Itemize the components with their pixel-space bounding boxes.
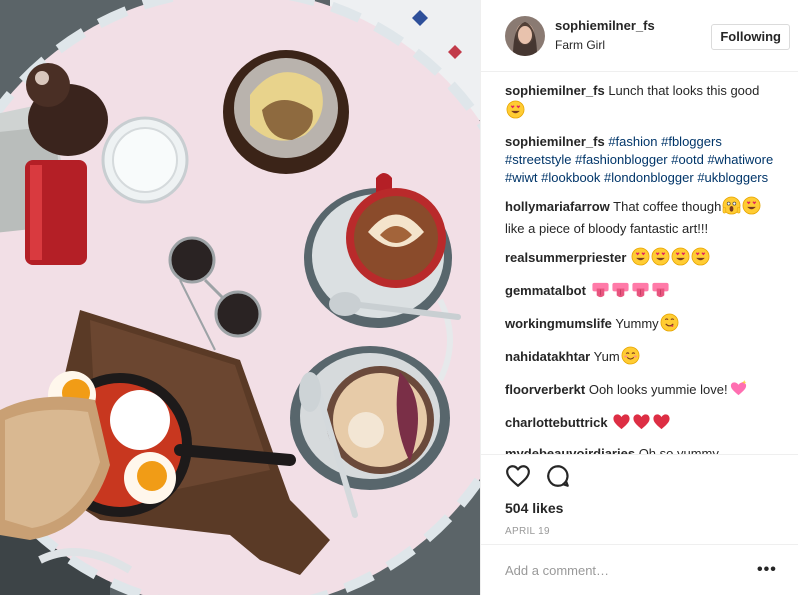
comment-author[interactable]: mydebeauvoirdiaries xyxy=(505,446,635,454)
comment-item: gemmatalbot xyxy=(505,280,779,304)
comment-text: Yum xyxy=(593,349,620,364)
comment-text: That coffee though xyxy=(613,199,722,214)
post-location[interactable]: Farm Girl xyxy=(555,36,655,54)
heart-outline-icon[interactable] xyxy=(505,463,531,489)
hashtag-link[interactable]: #wiwt xyxy=(505,170,538,185)
red-heart-icon xyxy=(612,412,631,436)
comment-text: like a piece of bloody fantastic art!!! xyxy=(505,221,709,236)
comment-author[interactable]: nahidatakhtar xyxy=(505,349,590,364)
instagram-post: sophiemilner_fs Farm Girl Following soph… xyxy=(0,0,798,595)
author-info: sophiemilner_fs Farm Girl xyxy=(555,17,655,54)
more-options-button[interactable]: ••• xyxy=(757,561,776,579)
red-heart-icon xyxy=(652,412,671,436)
scream-icon xyxy=(722,196,741,220)
comment-author[interactable]: workingmumslife xyxy=(505,316,612,331)
author-username[interactable]: sophiemilner_fs xyxy=(555,17,655,34)
avatar[interactable] xyxy=(505,15,545,56)
yum-icon xyxy=(660,313,679,337)
add-comment-input[interactable] xyxy=(505,562,757,578)
comment-item: floorverberkt Ooh looks yummie love! xyxy=(505,379,779,403)
hashtag-link[interactable]: #lookbook xyxy=(541,170,600,185)
speech-bubble-icon[interactable] xyxy=(545,463,571,489)
heart-eyes-icon xyxy=(742,196,761,220)
comments-list[interactable]: sophiemilner_fs Lunch that looks this go… xyxy=(481,82,798,454)
post-header: sophiemilner_fs Farm Girl Following xyxy=(481,0,798,72)
tongue-icon xyxy=(611,280,630,304)
hashtag-link[interactable]: #fashion xyxy=(608,134,657,149)
comment-text: Ooh looks yummie love! xyxy=(588,382,728,397)
post-actions: 504 likes APRIL 19 xyxy=(481,454,798,544)
tongue-icon xyxy=(651,280,670,304)
heart-eyes-icon xyxy=(691,247,710,271)
heart-eyes-icon xyxy=(506,100,525,124)
comment-author[interactable]: floorverberkt xyxy=(505,382,585,397)
comment-author[interactable]: charlottebuttrick xyxy=(505,415,608,430)
comment-box: ••• xyxy=(481,544,798,595)
blush-icon xyxy=(621,346,640,370)
likes-count[interactable]: 504 likes xyxy=(505,499,798,517)
hashtag-link[interactable]: #fbloggers xyxy=(661,134,722,149)
following-button[interactable]: Following xyxy=(711,24,790,50)
heart-eyes-icon xyxy=(631,247,650,271)
comment-author[interactable]: gemmatalbot xyxy=(505,283,586,298)
comment-item: nahidatakhtar Yum xyxy=(505,346,779,370)
hashtag-link[interactable]: #fashionblogger xyxy=(575,152,668,167)
post-side-panel: sophiemilner_fs Farm Girl Following soph… xyxy=(480,0,798,595)
comment-author[interactable]: hollymariafarrow xyxy=(505,199,610,214)
comment-author[interactable]: realsummerpriester xyxy=(505,250,626,265)
comment-item: charlottebuttrick xyxy=(505,412,779,436)
post-photo[interactable] xyxy=(0,0,480,595)
red-heart-icon xyxy=(632,412,651,436)
tongue-icon xyxy=(591,280,610,304)
action-row xyxy=(505,455,798,497)
comment-item: sophiemilner_fs Lunch that looks this go… xyxy=(505,82,779,124)
comment-item: hollymariafarrow That coffee though like… xyxy=(505,196,779,238)
comment-text: Lunch that looks this good xyxy=(608,83,760,98)
hashtag-link[interactable]: #londonblogger xyxy=(604,170,694,185)
comment-text: Yummy xyxy=(615,316,659,331)
comment-author[interactable]: sophiemilner_fs xyxy=(505,134,605,149)
hashtag-link[interactable]: #streetstyle xyxy=(505,152,571,167)
tongue-icon xyxy=(631,280,650,304)
comment-item: workingmumslife Yummy xyxy=(505,313,779,337)
comment-author[interactable]: sophiemilner_fs xyxy=(505,83,605,98)
heart-eyes-icon xyxy=(651,247,670,271)
comment-item: realsummerpriester xyxy=(505,247,779,271)
comment-text: Oh so yummy xyxy=(638,446,719,454)
post-date: APRIL 19 xyxy=(505,526,550,537)
hashtag-link[interactable]: #whatiwore xyxy=(707,152,773,167)
sparkling-heart-icon xyxy=(729,379,748,403)
comment-item: mydebeauvoirdiaries Oh so yummy xyxy=(505,445,779,454)
hashtag-link[interactable]: #ootd xyxy=(671,152,704,167)
comment-item: sophiemilner_fs #fashion #fbloggers #str… xyxy=(505,133,779,187)
hashtag-link[interactable]: #ukbloggers xyxy=(697,170,768,185)
heart-eyes-icon xyxy=(671,247,690,271)
